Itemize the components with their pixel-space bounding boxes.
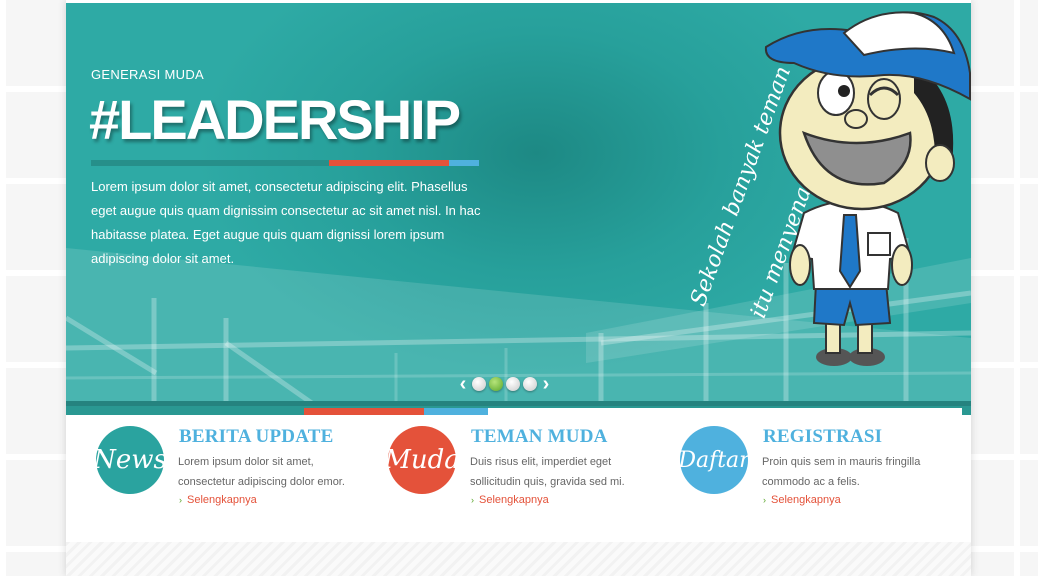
slide-headline: #LEADERSHIP [89, 88, 461, 151]
chevron-right-icon[interactable]: › [540, 374, 552, 394]
slide-dot-1[interactable] [472, 377, 486, 391]
feature-text: Duis risus elit, imperdiet eget sollicit… [470, 456, 625, 488]
caret-right-icon: › [763, 495, 766, 505]
feature-text: Proin quis sem in mauris fringilla commo… [762, 456, 921, 488]
slider-pager: ‹ › [457, 374, 552, 394]
news-badge-icon[interactable]: News [93, 426, 167, 494]
divider-segment-blue [424, 408, 488, 415]
feature-berita-update: News BERITA UPDATE Lorem ipsum dolor sit… [93, 426, 376, 516]
read-more-label[interactable]: Selengkapnya [187, 494, 257, 506]
divider-segment-end [962, 408, 971, 415]
slide-description: Lorem ipsum dolor sit amet, consectetur … [91, 179, 481, 266]
slide-kicker: GENERASI MUDA [91, 67, 204, 82]
feature-registrasi: Daftar REGISTRASI Proin quis sem in maur… [678, 426, 960, 516]
read-more-link[interactable]: › Selengkapnya [471, 494, 549, 506]
feature-title[interactable]: TEMAN MUDA [471, 426, 608, 448]
read-more-label[interactable]: Selengkapnya [771, 494, 841, 506]
page-container: GENERASI MUDA #LEADERSHIP Lorem ipsum do… [66, 0, 971, 576]
feature-title[interactable]: REGISTRASI [763, 426, 882, 448]
muda-badge-icon[interactable]: Muda [384, 426, 460, 494]
divider-segment-teal [66, 408, 304, 415]
headline-underline-bar [91, 160, 479, 166]
slide-dot-3[interactable] [506, 377, 520, 391]
feature-teman-muda: Muda TEMAN MUDA Duis risus elit, imperdi… [384, 426, 668, 516]
read-more-link[interactable]: › Selengkapnya [763, 494, 841, 506]
feature-title[interactable]: BERITA UPDATE [179, 426, 333, 448]
caret-right-icon: › [179, 495, 182, 505]
read-more-link[interactable]: › Selengkapnya [179, 494, 257, 506]
feature-text: Lorem ipsum dolor sit amet, consectetur … [178, 456, 345, 488]
slide-dot-4[interactable] [523, 377, 537, 391]
chevron-left-icon[interactable]: ‹ [457, 374, 469, 394]
read-more-label[interactable]: Selengkapnya [479, 494, 549, 506]
footer-pattern-band [66, 542, 971, 576]
divider-segment-red [304, 408, 424, 415]
student-mascot-illustration [764, 11, 971, 366]
daftar-badge-icon[interactable]: Daftar [678, 426, 750, 494]
slide-dot-2-active[interactable] [489, 377, 503, 391]
hero-slider: GENERASI MUDA #LEADERSHIP Lorem ipsum do… [66, 3, 971, 406]
caret-right-icon: › [471, 495, 474, 505]
